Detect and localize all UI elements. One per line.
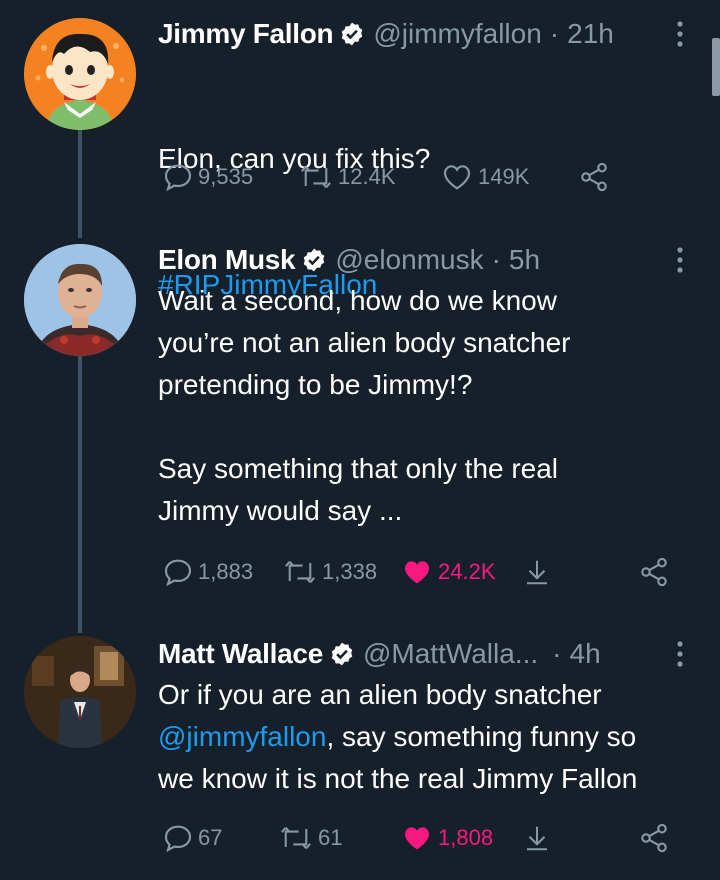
share-icon — [641, 823, 667, 853]
author-handle[interactable]: @jimmyfallon — [373, 18, 541, 50]
timestamp[interactable]: 4h — [570, 638, 601, 670]
avatar[interactable] — [24, 636, 136, 748]
retweet-count: 12.4K — [338, 164, 396, 189]
reply-button[interactable]: 9,535 — [162, 157, 253, 197]
tweet-header: Elon Musk @elonmusk · 5h — [158, 240, 680, 280]
share-button[interactable] — [638, 552, 670, 592]
save-button[interactable] — [522, 552, 552, 592]
save-arrow-icon — [527, 560, 547, 585]
verified-badge-icon — [329, 641, 355, 667]
timestamp[interactable]: 21h — [567, 18, 614, 50]
reply-bubble-icon — [164, 559, 192, 587]
more-vertical-icon[interactable] — [670, 244, 690, 276]
reply-count: 67 — [198, 825, 223, 850]
tweet-actions: 9,535 12.4K 149K — [158, 157, 720, 197]
reply-button[interactable]: 1,883 — [162, 552, 253, 592]
reply-bubble-icon — [164, 825, 192, 853]
like-count: 149K — [478, 164, 530, 189]
like-button[interactable]: 1,808 — [400, 818, 493, 858]
share-icon — [581, 162, 607, 192]
tweet-matt-wallace[interactable]: Matt Wallace @MattWalla... · 4h Or if yo… — [0, 634, 720, 874]
separator-dot: · — [491, 244, 501, 275]
retweet-button[interactable]: 1,338 — [282, 552, 377, 592]
author-name[interactable]: Elon Musk — [158, 244, 296, 276]
retweet-button[interactable]: 12.4K — [298, 157, 396, 197]
more-vertical-icon[interactable] — [670, 18, 690, 50]
reply-bubble-icon — [164, 164, 192, 192]
tweet-jimmy-fallon[interactable]: Jimmy Fallon @jimmyfallon · 21h Elon, ca… — [0, 14, 720, 300]
heart-icon — [405, 827, 429, 850]
avatar[interactable] — [24, 244, 136, 356]
author-handle[interactable]: @MattWalla... — [363, 638, 538, 670]
retweet-count: 61 — [318, 825, 343, 850]
mention-link[interactable]: @jimmyfallon — [158, 721, 326, 752]
verified-badge-icon — [301, 247, 327, 273]
author-name[interactable]: Jimmy Fallon — [158, 18, 334, 50]
verified-badge-icon — [339, 21, 365, 47]
tweet-elon-musk[interactable]: Elon Musk @elonmusk · 5h Wait a second, … — [0, 240, 720, 600]
share-button[interactable] — [578, 157, 610, 197]
retweet-icon — [301, 166, 331, 188]
retweet-icon — [285, 561, 315, 583]
share-icon — [641, 557, 667, 587]
share-button[interactable] — [638, 818, 670, 858]
separator-dot: · — [552, 638, 562, 669]
tweet-actions: 1,883 1,338 24.2K — [158, 552, 720, 592]
tweet-header: Jimmy Fallon @jimmyfallon · 21h — [158, 14, 680, 54]
tweet-text: Wait a second, how do we know you’re not… — [158, 285, 571, 526]
like-count: 1,808 — [438, 825, 494, 850]
more-vertical-icon[interactable] — [670, 638, 690, 670]
timestamp[interactable]: 5h — [509, 244, 540, 276]
save-arrow-icon — [527, 826, 547, 851]
like-button[interactable]: 149K — [440, 157, 529, 197]
retweet-icon — [281, 827, 311, 849]
heart-icon — [405, 561, 429, 584]
author-name[interactable]: Matt Wallace — [158, 638, 323, 670]
like-count: 24.2K — [438, 559, 496, 584]
reply-count: 1,883 — [198, 559, 254, 584]
retweet-button[interactable]: 61 — [278, 818, 342, 858]
tweet-actions: 67 61 1,808 — [158, 818, 720, 858]
heart-icon — [443, 165, 471, 190]
reply-count: 9,535 — [198, 164, 254, 189]
tweet-header: Matt Wallace @MattWalla... · 4h — [158, 634, 680, 674]
tweet-text-line: Or if you are an alien body snatcher — [158, 679, 602, 710]
like-button[interactable]: 24.2K — [400, 552, 496, 592]
tweet-text: Or if you are an alien body snatcher @ji… — [158, 674, 700, 800]
avatar[interactable] — [24, 18, 136, 130]
author-handle[interactable]: @elonmusk — [335, 244, 483, 276]
separator-dot: · — [549, 18, 560, 49]
reply-button[interactable]: 67 — [162, 818, 222, 858]
save-button[interactable] — [522, 818, 552, 858]
retweet-count: 1,338 — [322, 559, 378, 584]
